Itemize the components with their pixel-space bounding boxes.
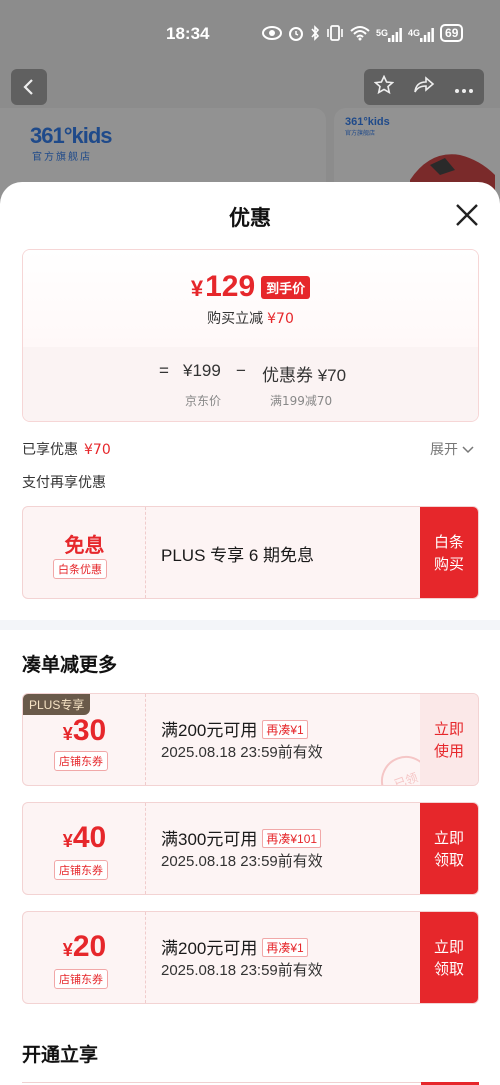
wifi-icon [350, 26, 370, 41]
equals-sign: = [159, 361, 169, 380]
gap-tag: 再凑¥101 [262, 829, 322, 848]
jd-price-label: 京东价 [185, 394, 222, 408]
coupon-card: ¥20 店铺东券 满200元可用 再凑¥1 2025.08.18 23:59前有效… [22, 911, 479, 1004]
coupon-condition: 满200元可用 再凑¥1 [161, 716, 308, 741]
section-title-more: 凑单减更多 [22, 654, 118, 676]
baitiao-title: 免息 [64, 533, 105, 557]
price-calculation: = ¥199 − 优惠券 ¥70 京东价 满199减70 [23, 347, 478, 421]
coupon-tag: 店铺东券 [54, 860, 108, 880]
coupon-expiry: 2025.08.18 23:59前有效 [161, 744, 323, 761]
coupon-rule: 满199减70 [270, 394, 333, 408]
pay-more-label: 支付再享优惠 [22, 475, 106, 491]
jd-price: ¥199 [183, 361, 221, 380]
claim-button[interactable]: 立即 领取 [420, 803, 478, 894]
coupon-expiry: 2025.08.18 23:59前有效 [161, 962, 323, 979]
signal-5g-icon: 5G [376, 25, 402, 42]
coupon-amount: ¥40 [62, 821, 107, 854]
coupon-condition: 满200元可用 再凑¥1 [161, 934, 308, 959]
baitiao-desc: PLUS 专享 6 期免息 [161, 546, 315, 565]
coupon-tag: 店铺东券 [54, 969, 108, 989]
coupon-tag: 店铺东券 [54, 751, 108, 771]
price-summary: ¥129 到手价 购买立减 ¥70 = ¥199 − 优惠券 ¥70 京东价 满1… [22, 249, 479, 422]
coupon-price: 优惠券 ¥70 [262, 366, 347, 385]
discount-summary: 购买立减 ¥70 [207, 311, 294, 327]
battery-indicator: 69 [440, 24, 464, 42]
discount-sheet: 优惠 ¥129 到手价 购买立减 ¥70 = ¥199 − 优惠券 ¥70 京东价… [0, 182, 500, 1085]
plus-exclusive-label: PLUS专享 [23, 694, 91, 715]
final-price: ¥129 [190, 270, 256, 303]
chevron-left-icon [23, 79, 33, 95]
baitiao-buy-button[interactable]: 白条购买 [420, 507, 478, 598]
minus-sign: − [236, 361, 246, 380]
status-icons: 5G 4G 69 [262, 24, 464, 42]
brand-sub-small: 官方旗舰店 [345, 130, 376, 137]
nav-action-group [364, 69, 484, 105]
alarm-icon [289, 27, 303, 41]
coupon-condition: 满300元可用 再凑¥101 [161, 825, 322, 850]
coupon-card: ¥30 店铺东券 PLUS专享 满200元可用 再凑¥1 2025.08.18 2… [22, 693, 479, 786]
status-bar: 18:34 5G 4G 69 [0, 0, 500, 68]
gap-tag: 再凑¥1 [262, 720, 308, 739]
bluetooth-icon [311, 25, 320, 41]
brand-logo-small: 361°kids [345, 116, 390, 128]
status-time: 18:34 [166, 24, 210, 43]
share-icon[interactable] [406, 75, 442, 100]
gap-tag: 再凑¥1 [262, 938, 308, 957]
close-icon[interactable] [452, 200, 482, 230]
final-price-badge: 到手价 [261, 275, 311, 299]
brand-sub: 官方旗舰店 [32, 152, 92, 163]
back-button[interactable] [11, 69, 47, 105]
use-now-button[interactable]: 立即 使用 [420, 694, 478, 785]
coupon-left: ¥20 店铺东券 [23, 912, 146, 1003]
baitiao-card-left: 免息 白条优惠 [23, 507, 146, 598]
coupon-card: ¥40 店铺东券 满300元可用 再凑¥101 2025.08.18 23:59前… [22, 802, 479, 895]
baitiao-tag: 白条优惠 [53, 559, 107, 579]
section-divider [0, 620, 500, 630]
final-price-row: ¥129 到手价 [23, 270, 478, 304]
coupon-amount: ¥30 [62, 714, 107, 747]
chevron-down-icon [462, 446, 474, 454]
claim-button[interactable]: 立即 领取 [420, 912, 478, 1003]
section-title-open: 开通立享 [22, 1044, 99, 1066]
price-summary-top: ¥129 到手价 购买立减 ¥70 [23, 250, 478, 347]
star-icon[interactable] [366, 74, 402, 100]
coupon-left: ¥40 店铺东券 [23, 803, 146, 894]
coupon-amount: ¥20 [62, 930, 107, 963]
vibrate-icon [327, 25, 343, 41]
coupon-expiry: 2025.08.18 23:59前有效 [161, 853, 323, 870]
expand-button[interactable]: 展开 [430, 439, 474, 459]
signal-4g-icon: 4G [408, 25, 434, 42]
baitiao-card: 免息 白条优惠 PLUS 专享 6 期免息 白条购买 [22, 506, 479, 599]
brand-logo: 361°kids [30, 123, 113, 148]
more-icon[interactable] [446, 75, 482, 99]
eye-icon [262, 26, 282, 40]
sheet-title: 优惠 [229, 206, 271, 230]
enjoyed-discount: 已享优惠 ¥70 [22, 442, 111, 458]
